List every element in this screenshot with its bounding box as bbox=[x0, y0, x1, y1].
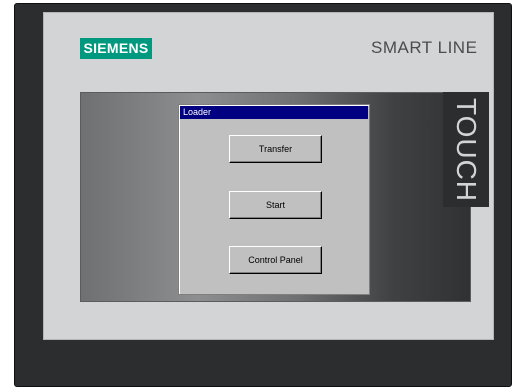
siemens-logo: SIEMENS bbox=[80, 38, 152, 59]
start-button[interactable]: Start bbox=[229, 191, 322, 219]
model-label: SMART LINE bbox=[371, 38, 478, 57]
transfer-button[interactable]: Transfer bbox=[229, 135, 322, 163]
dialog-titlebar: Loader bbox=[180, 106, 368, 119]
control-panel-button[interactable]: Control Panel bbox=[229, 246, 322, 274]
touch-label-block: TOUCH bbox=[443, 92, 489, 207]
touch-label-text: TOUCH bbox=[451, 97, 482, 202]
loader-dialog: Loader Transfer Start Control Panel bbox=[178, 104, 370, 295]
